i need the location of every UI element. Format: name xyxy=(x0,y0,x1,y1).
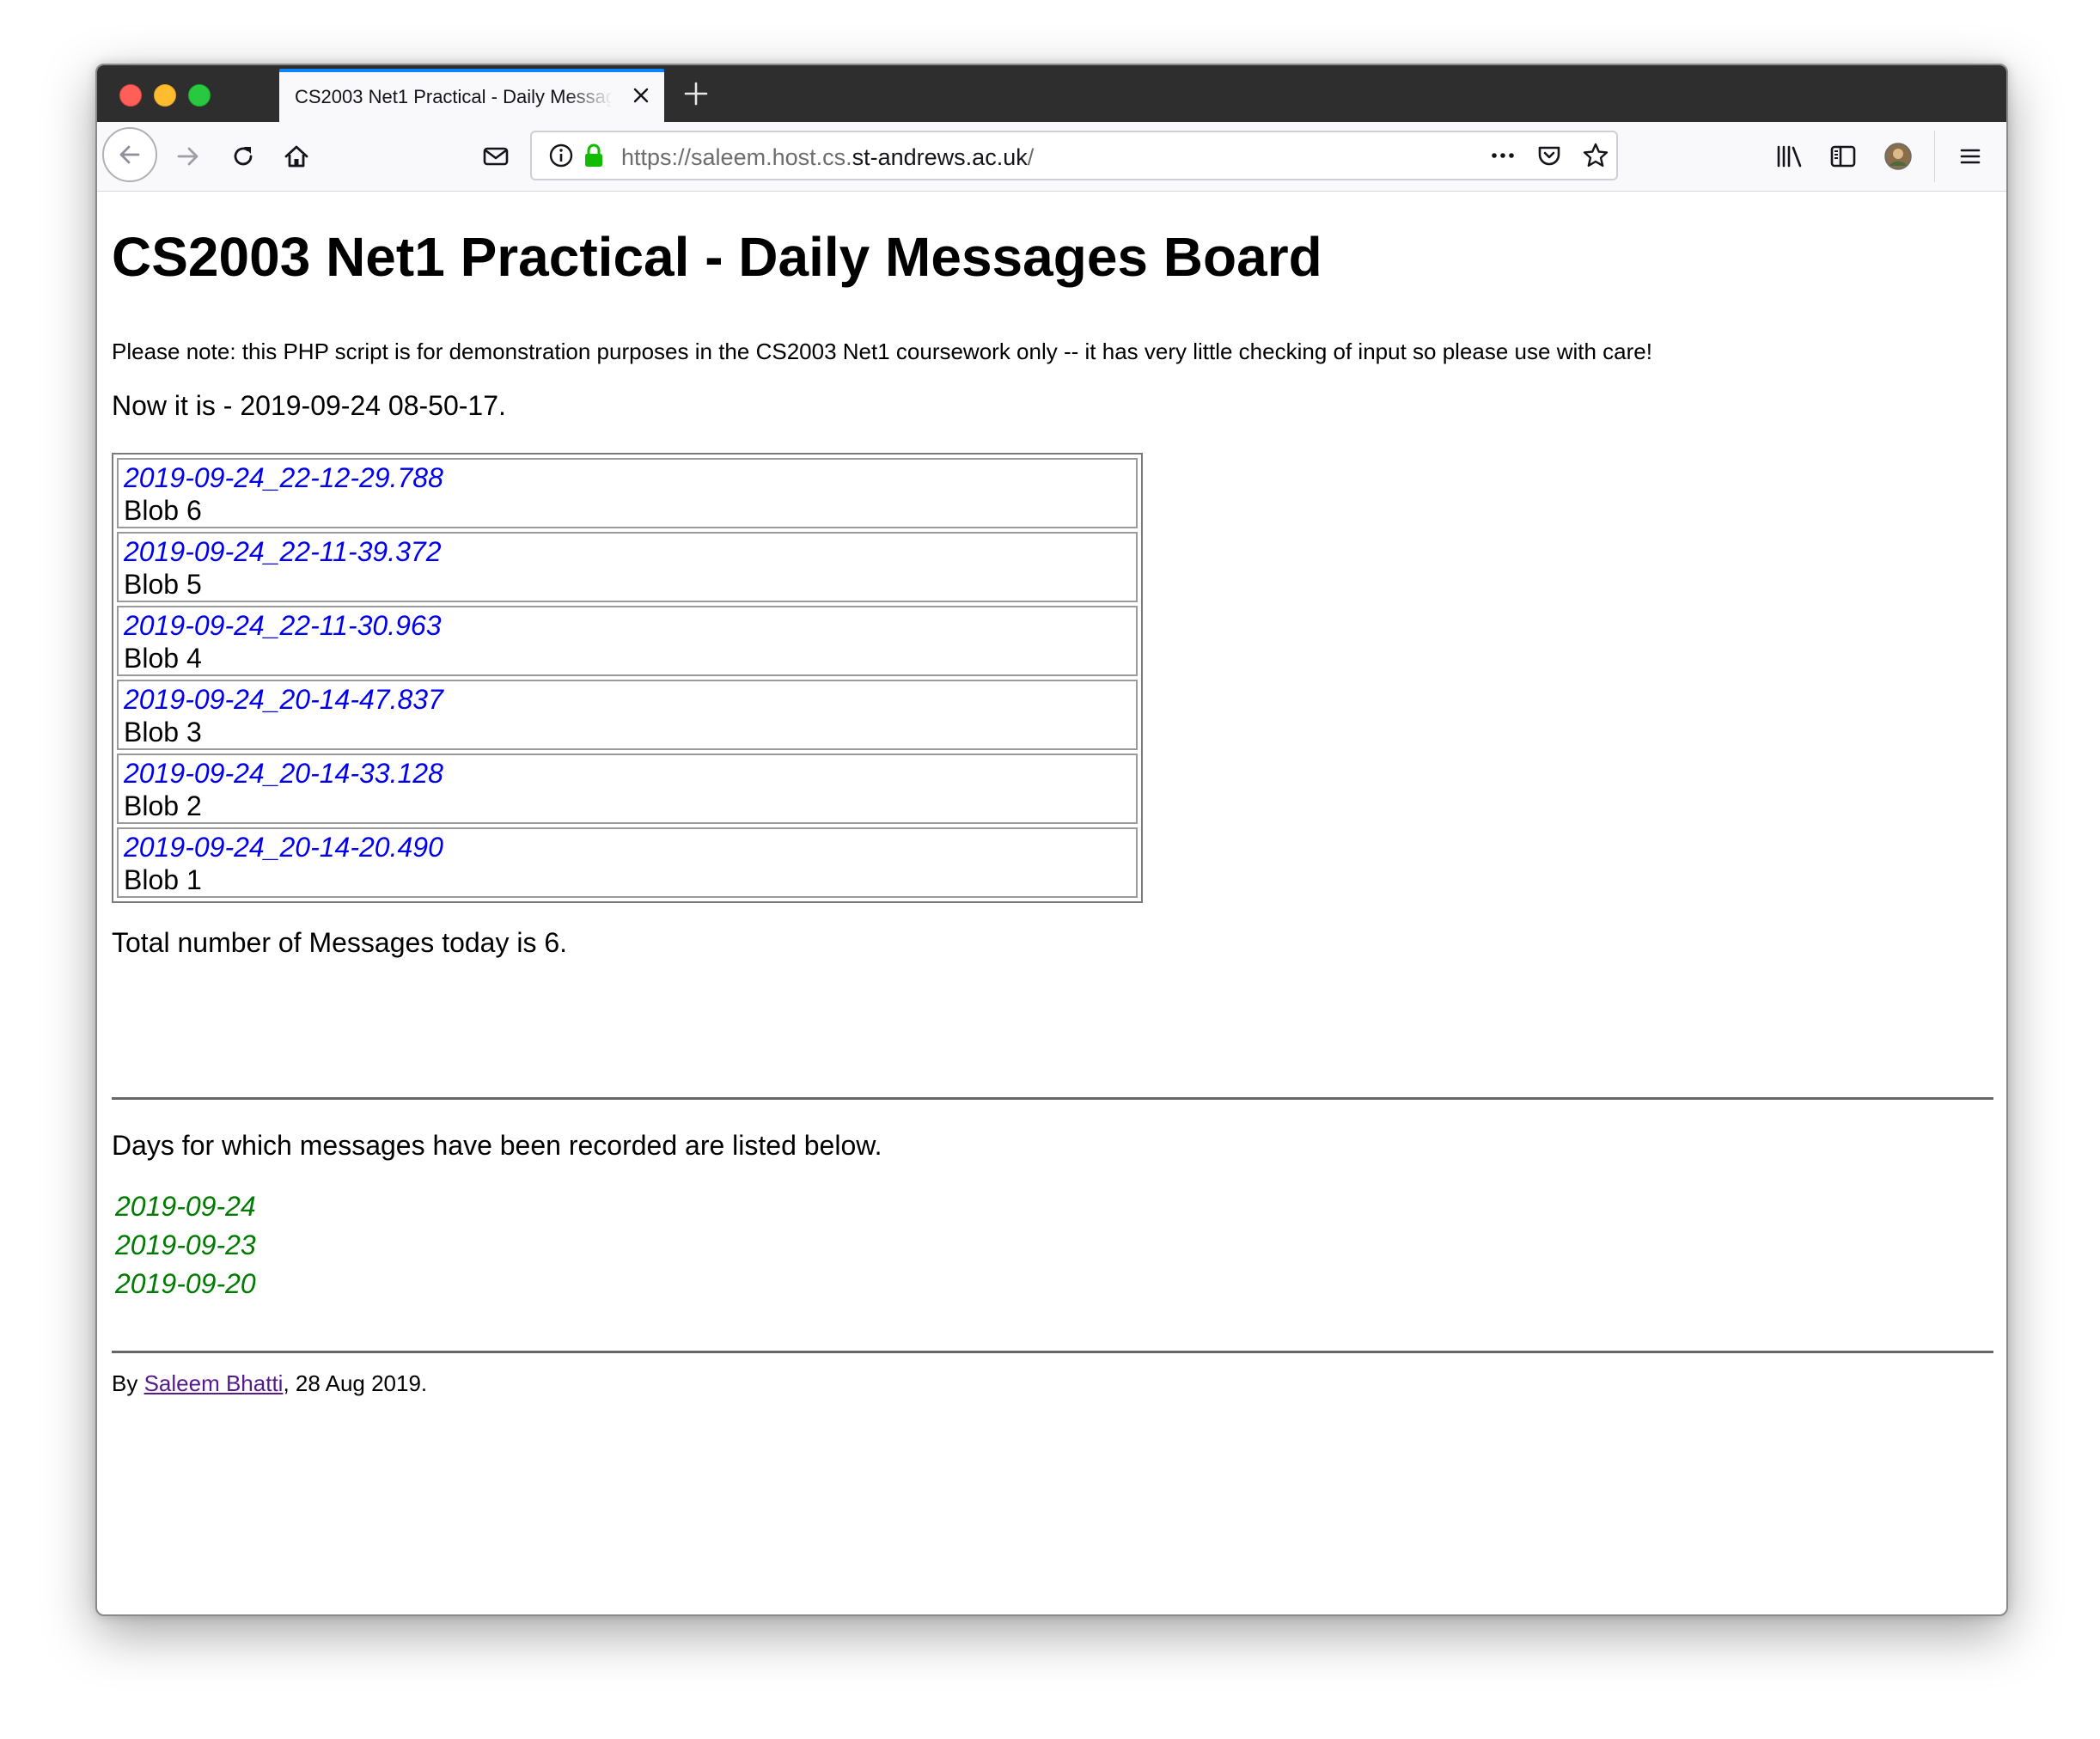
day-link[interactable]: 2019-09-20 xyxy=(115,1265,256,1303)
sidebar-icon[interactable] xyxy=(1826,139,1860,174)
footer-date: , 28 Aug 2019. xyxy=(283,1370,428,1396)
table-row: 2019-09-24_22-11-30.963 Blob 4 xyxy=(117,606,1138,676)
forward-icon[interactable] xyxy=(171,139,205,174)
close-window-button[interactable] xyxy=(119,84,142,107)
library-icon[interactable] xyxy=(1773,139,1807,174)
active-tab[interactable]: CS2003 Net1 Practical - Daily Messages B… xyxy=(279,69,664,122)
toolbar-separator xyxy=(1934,131,1935,182)
page-title: CS2003 Net1 Practical - Daily Messages B… xyxy=(112,226,1322,288)
page-actions-icon[interactable] xyxy=(1486,138,1520,173)
url-text[interactable]: https://saleem.host.cs.st-andrews.ac.uk/ xyxy=(621,144,1034,171)
message-timestamp: 2019-09-24_20-14-20.490 xyxy=(124,832,443,863)
message-timestamp: 2019-09-24_22-12-29.788 xyxy=(124,462,443,493)
message-text: Blob 5 xyxy=(124,569,202,600)
url-suffix: / xyxy=(1027,144,1035,170)
message-timestamp: 2019-09-24_20-14-47.837 xyxy=(124,684,443,715)
tab-bar: CS2003 Net1 Practical - Daily Messages B… xyxy=(97,65,2006,122)
url-domain: st-andrews.ac.uk xyxy=(852,144,1028,170)
table-row: 2019-09-24_20-14-47.837 Blob 3 xyxy=(117,680,1138,750)
message-text: Blob 1 xyxy=(124,864,202,895)
message-timestamp: 2019-09-24_22-11-39.372 xyxy=(124,536,442,567)
messages-table: 2019-09-24_22-12-29.788 Blob 6 2019-09-2… xyxy=(112,453,1143,903)
table-row: 2019-09-24_22-12-29.788 Blob 6 xyxy=(117,458,1138,528)
url-bar[interactable]: https://saleem.host.cs.st-andrews.ac.uk/ xyxy=(530,131,1618,180)
message-text: Blob 6 xyxy=(124,495,202,526)
author-link[interactable]: Saleem Bhatti xyxy=(144,1370,284,1396)
message-text: Blob 4 xyxy=(124,643,202,674)
message-cell: 2019-09-24_20-14-47.837 Blob 3 xyxy=(117,680,1138,750)
tab-title: CS2003 Net1 Practical - Daily Messages B… xyxy=(295,86,613,107)
bookmark-star-icon[interactable] xyxy=(1578,138,1613,173)
account-avatar-icon[interactable] xyxy=(1881,139,1915,174)
message-cell: 2019-09-24_22-11-30.963 Blob 4 xyxy=(117,606,1138,676)
zoom-window-button[interactable] xyxy=(188,84,211,107)
navigation-toolbar: https://saleem.host.cs.st-andrews.ac.uk/ xyxy=(97,122,2006,192)
message-timestamp: 2019-09-24_22-11-30.963 xyxy=(124,610,442,641)
day-link[interactable]: 2019-09-23 xyxy=(115,1226,256,1265)
table-row: 2019-09-24_20-14-33.128 Blob 2 xyxy=(117,754,1138,824)
message-cell: 2019-09-24_20-14-20.490 Blob 1 xyxy=(117,827,1138,898)
message-text: Blob 2 xyxy=(124,790,202,821)
footer-by: By xyxy=(112,1370,144,1396)
disclaimer-note: Please note: this PHP script is for demo… xyxy=(112,339,1652,364)
day-link[interactable]: 2019-09-24 xyxy=(115,1187,256,1226)
email-icon[interactable] xyxy=(479,139,513,174)
message-cell: 2019-09-24_20-14-33.128 Blob 2 xyxy=(117,754,1138,824)
minimize-window-button[interactable] xyxy=(154,84,176,107)
message-cell: 2019-09-24_22-11-39.372 Blob 5 xyxy=(117,532,1138,602)
back-button[interactable] xyxy=(102,127,157,182)
days-list: 2019-09-24 2019-09-23 2019-09-20 xyxy=(115,1187,256,1303)
new-tab-icon[interactable] xyxy=(680,77,712,110)
total-messages: Total number of Messages today is 6. xyxy=(112,927,568,958)
message-cell: 2019-09-24_22-12-29.788 Blob 6 xyxy=(117,458,1138,528)
days-intro: Days for which messages have been record… xyxy=(112,1130,882,1161)
reload-icon[interactable] xyxy=(226,139,260,174)
hamburger-menu-icon[interactable] xyxy=(1953,139,1987,174)
divider xyxy=(112,1097,1993,1100)
back-arrow-icon xyxy=(119,145,140,164)
tab-close-icon[interactable] xyxy=(628,82,654,108)
message-timestamp: 2019-09-24_20-14-33.128 xyxy=(124,758,443,789)
pocket-icon[interactable] xyxy=(1532,138,1566,173)
message-text: Blob 3 xyxy=(124,717,202,747)
current-time: Now it is - 2019-09-24 08-50-17. xyxy=(112,390,506,421)
home-icon[interactable] xyxy=(279,139,314,174)
browser-window: CS2003 Net1 Practical - Daily Messages B… xyxy=(95,64,2008,1616)
lock-icon[interactable] xyxy=(577,138,611,173)
divider xyxy=(112,1351,1993,1353)
footer: By Saleem Bhatti, 28 Aug 2019. xyxy=(112,1370,427,1397)
table-row: 2019-09-24_22-11-39.372 Blob 5 xyxy=(117,532,1138,602)
info-icon[interactable] xyxy=(544,138,578,173)
url-prefix: https://saleem.host.cs. xyxy=(621,144,852,170)
table-row: 2019-09-24_20-14-20.490 Blob 1 xyxy=(117,827,1138,898)
